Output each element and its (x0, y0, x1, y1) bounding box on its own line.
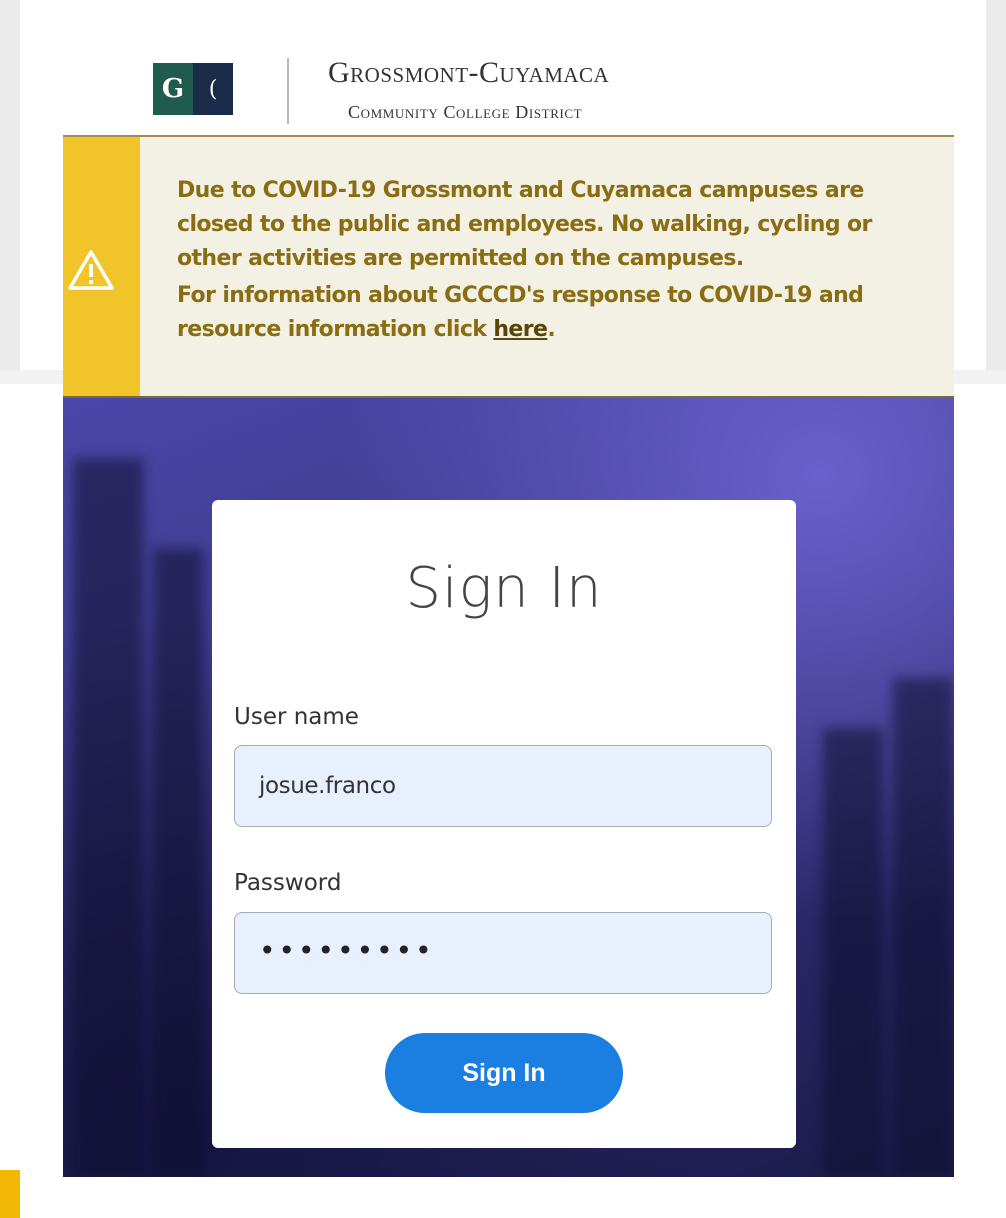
logo-symbol: ( (193, 63, 233, 115)
background-building (153, 548, 203, 1177)
login-page-card: G ( Grossmont-Cuyamaca Community College… (63, 30, 954, 1177)
alert-paragraph-info: For information about GCCCD's response t… (177, 279, 917, 347)
background-building (823, 728, 883, 1177)
logo-letter: G (153, 63, 193, 115)
page-margin-left (0, 0, 20, 370)
district-subtitle: Community College District (348, 102, 583, 122)
logo-divider (287, 58, 289, 124)
page-margin-right (986, 0, 1006, 370)
district-title: Grossmont-Cuyamaca (328, 56, 610, 89)
sign-in-title: Sign In (405, 556, 603, 621)
username-input[interactable]: josue.franco (234, 745, 772, 827)
district-logo: G ( (153, 63, 233, 115)
site-header: G ( Grossmont-Cuyamaca Community College… (63, 30, 954, 137)
username-value: josue.franco (259, 773, 396, 799)
covid-info-link[interactable]: here (493, 317, 548, 342)
background-building (893, 678, 953, 1177)
alert-paragraph-closure: Due to COVID-19 Grossmont and Cuyamaca c… (177, 178, 872, 271)
sign-in-panel: Sign In User name josue.franco Password … (212, 500, 796, 1148)
corner-accent (0, 1170, 20, 1218)
alert-message: Due to COVID-19 Grossmont and Cuyamaca c… (177, 174, 917, 347)
background-building (73, 458, 143, 1177)
password-input[interactable]: ••••••••• (234, 912, 772, 994)
alert-stripe (63, 137, 140, 396)
covid-alert-banner: Due to COVID-19 Grossmont and Cuyamaca c… (63, 137, 954, 398)
sign-in-button[interactable]: Sign In (385, 1033, 623, 1113)
password-label: Password (234, 870, 342, 896)
warning-triangle-icon (68, 250, 114, 290)
password-value: ••••••••• (259, 933, 435, 967)
alert-info-period: . (547, 317, 556, 342)
username-label: User name (234, 704, 359, 730)
